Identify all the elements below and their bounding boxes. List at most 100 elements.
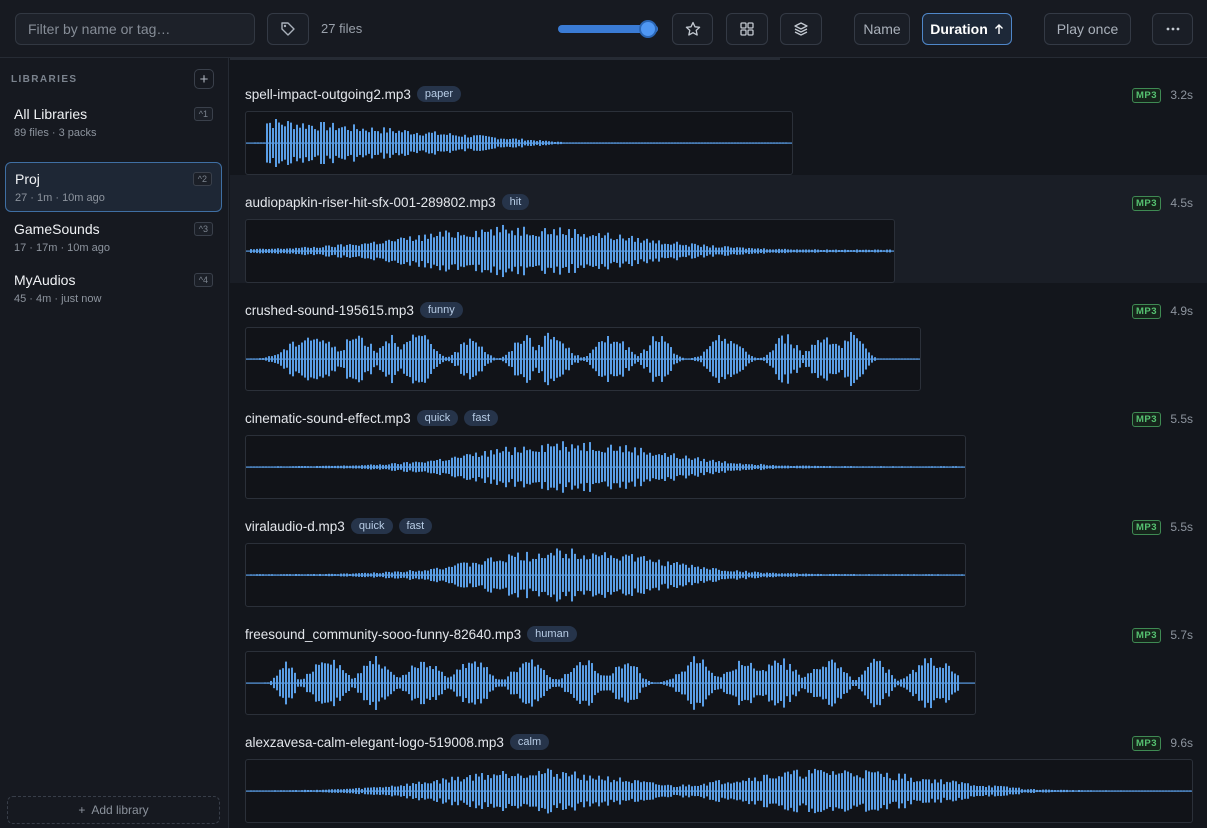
waveform-bar [369,661,371,705]
tag-badge[interactable]: human [527,626,577,642]
waveform-bar [829,344,831,374]
sort-name-button[interactable]: Name [854,13,910,45]
waveform-bar [398,130,400,156]
waveform-bar [547,443,549,491]
shortcut-badge: ^4 [193,273,213,287]
waveform-bar [665,142,667,144]
waveform-bar [520,560,522,590]
waveform-bar [593,142,595,144]
waveform-bar [955,466,957,468]
tag-badge[interactable]: calm [509,734,550,750]
waveform[interactable] [245,651,976,715]
waveform-bar [939,667,941,699]
waveform-bar [870,662,872,704]
waveform-bar [314,129,316,157]
waveform-bar [910,574,912,576]
waveform-bar [834,662,836,704]
waveform-bar [701,142,703,144]
file-count: 27 files [321,21,363,36]
tag-badge[interactable]: fast [398,518,433,534]
waveform-bar [601,779,603,803]
waveform-bar [598,233,600,269]
waveform-bar [280,790,282,792]
waveform-bar [265,790,267,792]
waveform-bar [505,562,507,588]
file-row[interactable]: audiopapkin-riser-hit-sfx-001-289802.mp3… [230,175,1207,283]
sort-duration-button[interactable]: Duration [922,13,1012,45]
favorites-button[interactable] [672,13,713,45]
waveform-bar [484,231,486,271]
waveform-bar [364,572,366,578]
tag-badge[interactable]: quick [416,410,459,426]
waveform-bar [385,341,387,377]
waveform-bar [298,344,300,374]
waveform-bar [514,556,516,594]
waveform-bar [439,569,441,581]
waveform-bar [355,788,357,794]
waveform-bar [514,776,516,806]
layers-button[interactable] [780,13,822,45]
waveform-bar [916,466,918,468]
waveform-bar [949,466,951,468]
waveform-bar [715,462,717,472]
file-row[interactable]: freesound_community-sooo-funny-82640.mp3… [230,607,1207,715]
file-row[interactable]: alexzavesa-calm-elegant-logo-519008.mp3 c… [230,715,1207,823]
waveform-bar [755,142,757,144]
tag-filter-button[interactable] [267,13,309,45]
waveform-bar [705,666,707,700]
waveform-bar [717,676,719,690]
waveform-bar [739,782,741,800]
volume-slider-knob[interactable] [641,22,655,36]
waveform-bar [484,779,486,803]
waveform-bar [342,670,344,696]
waveform-bar [467,137,469,149]
waveform[interactable] [245,219,895,283]
tag-badge[interactable]: hit [501,194,530,210]
waveform[interactable] [245,327,921,391]
file-row[interactable]: viralaudio-d.mp3 quick fast MP3 5.5s [230,499,1207,607]
waveform[interactable] [245,759,1193,823]
add-library-button[interactable]: + Add library [7,796,220,824]
file-row[interactable]: crushed-sound-195615.mp3 funny MP3 4.9s [230,283,1207,391]
waveform-bar [859,777,861,805]
file-row[interactable]: cinematic-sound-effect.mp3 quick fast MP3 … [230,391,1207,499]
waveform-bar [641,142,643,144]
waveform-bar [592,553,594,597]
search-input[interactable] [15,13,255,45]
waveform-bar [349,465,351,469]
waveform-bar [477,666,479,700]
more-options-button[interactable] [1152,13,1193,45]
waveform-bar [475,562,477,588]
waveform-bar [703,351,705,367]
waveform-bar [678,674,680,692]
waveform[interactable] [245,543,966,607]
tag-badge[interactable]: paper [416,86,461,102]
waveform-bar [479,135,481,151]
tag-badge[interactable]: quick [350,518,393,534]
waveform-bar [370,343,372,375]
tag-badge[interactable]: fast [464,410,499,426]
grid-view-button[interactable] [726,13,768,45]
waveform[interactable] [245,111,793,175]
waveform-bar [924,658,926,708]
waveform-bar [546,675,548,691]
volume-slider[interactable] [558,22,658,36]
play-mode-button[interactable]: Play once [1044,13,1131,45]
file-row[interactable]: spell-impact-outgoing2.mp3 paper MP3 3.2s [230,67,1207,175]
tag-badge[interactable]: funny [419,302,463,318]
waveform-bar [1096,790,1098,792]
waveform[interactable] [245,435,966,499]
waveform-bar [373,572,375,578]
waveform-bar [616,450,618,484]
waveform-bar [592,349,594,369]
library-item-proj[interactable]: Proj 27 · 1m · 10m ago ^2 [5,162,222,212]
library-item-all[interactable]: All Libraries 89 files · 3 packs ^1 [5,98,222,148]
library-item-gamesounds[interactable]: GameSounds 17 · 17m · 10m ago ^3 [5,213,222,263]
waveform-bar [901,466,903,468]
waveform-bar [670,455,672,479]
waveform-bar [709,569,711,581]
waveform-bar [886,466,888,468]
waveform-bar [288,668,290,698]
library-item-myaudios[interactable]: MyAudios 45 · 4m · just now ^4 [5,264,222,314]
add-library-icon-button[interactable]: + [194,69,214,89]
